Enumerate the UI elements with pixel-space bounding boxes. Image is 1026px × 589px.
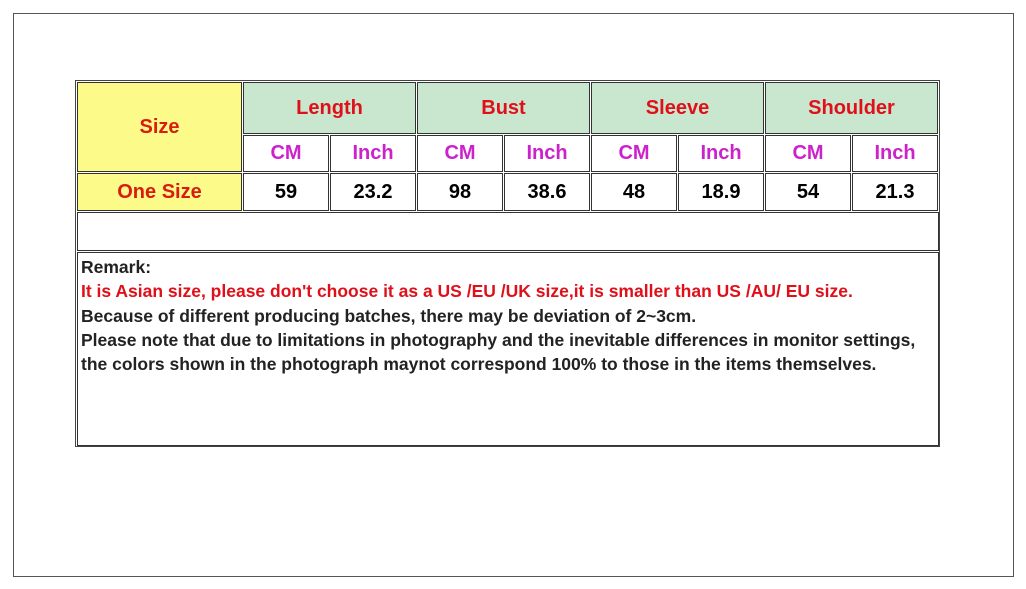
unit-header: CM [243, 135, 329, 172]
row-label: One Size [77, 173, 242, 211]
unit-header: Inch [504, 135, 590, 172]
value-cell: 21.3 [852, 173, 938, 211]
unit-header: Inch [852, 135, 938, 172]
remark-warning: It is Asian size, please don't choose it… [81, 281, 853, 302]
value-cell: 23.2 [330, 173, 416, 211]
value-cell: 48 [591, 173, 677, 211]
group-header: Shoulder [765, 82, 938, 134]
remark-box: Remark: It is Asian size, please don't c… [77, 252, 939, 446]
value-cell: 98 [417, 173, 503, 211]
value-cell: 59 [243, 173, 329, 211]
value-cell: 54 [765, 173, 851, 211]
size-header: Size [77, 82, 242, 172]
group-header: Bust [417, 82, 590, 134]
remark-title: Remark: [81, 257, 152, 277]
unit-header: CM [591, 135, 677, 172]
unit-header: Inch [330, 135, 416, 172]
unit-header: CM [765, 135, 851, 172]
value-cell: 18.9 [678, 173, 764, 211]
blank-row [77, 212, 939, 251]
unit-header: Inch [678, 135, 764, 172]
value-cell: 38.6 [504, 173, 590, 211]
remark-line: Because of different producing batches, … [81, 305, 697, 326]
group-header: Sleeve [591, 82, 764, 134]
unit-header: CM [417, 135, 503, 172]
remark-line: Please note that due to limitations in p… [81, 329, 916, 375]
group-header: Length [243, 82, 416, 134]
